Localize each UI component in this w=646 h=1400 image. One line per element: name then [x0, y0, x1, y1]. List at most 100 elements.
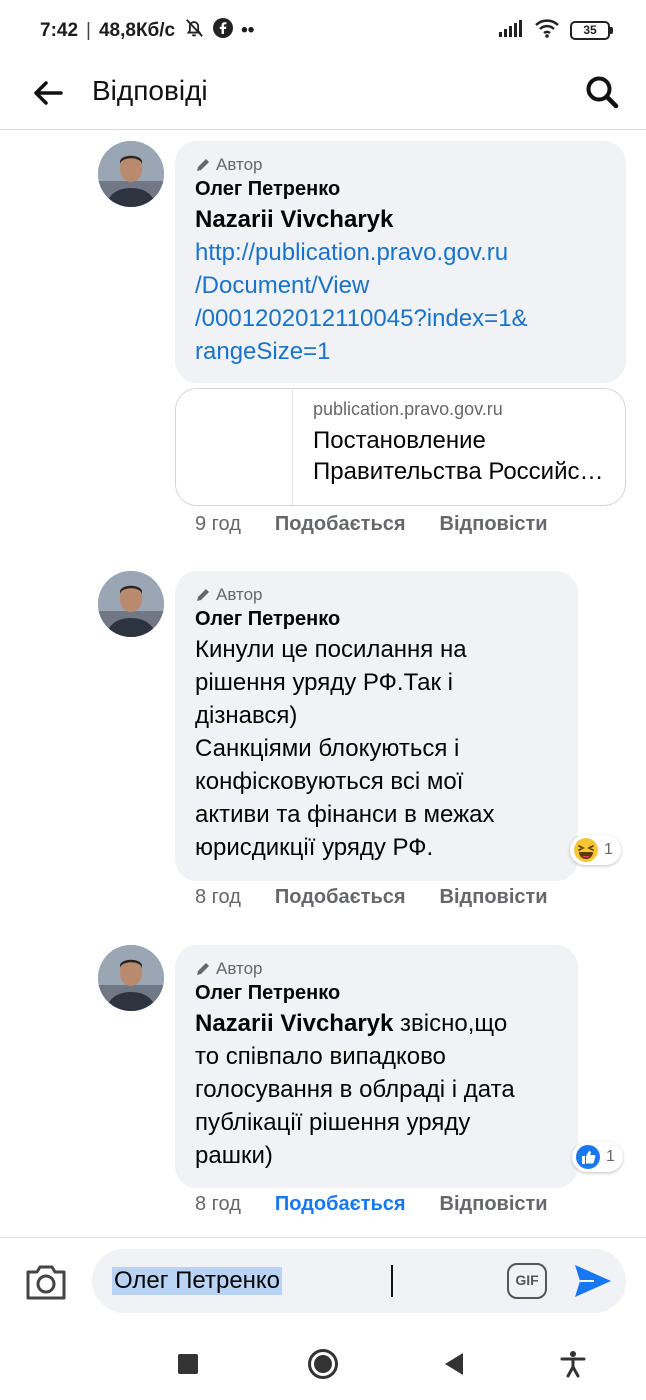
bell-muted-icon [183, 17, 205, 45]
comment-link[interactable]: http://publication.pravo.gov.ru /Documen… [195, 236, 606, 368]
link-line: /0001202012110045?index=1& [195, 305, 528, 332]
author-badge: Автор [195, 585, 558, 605]
comment-meta: 8 год Подобається Відповісти [195, 1193, 548, 1216]
like-thumb-icon [576, 1145, 600, 1169]
accessibility-button[interactable] [553, 1344, 593, 1384]
pencil-icon [197, 589, 209, 601]
comment-line: активи та фінанси в межах [195, 801, 495, 828]
reaction-summary[interactable]: 1 [570, 835, 621, 865]
comment-line: юрисдикції уряду РФ. [195, 834, 434, 861]
comment-line: то співпало випадково [195, 1043, 446, 1070]
link-preview-title-line: Правительства Российской Федерации [313, 458, 609, 485]
like-button[interactable]: Подобається [275, 1193, 406, 1216]
mention[interactable]: Nazarii Vivcharyk [195, 1010, 393, 1037]
recents-button[interactable] [168, 1344, 208, 1384]
network-speed: 48,8Кб/с [98, 20, 176, 41]
comment-bubble[interactable]: Автор Олег Петренко Nazarii Vivcharyk зв… [175, 945, 578, 1188]
camera-button[interactable] [24, 1262, 68, 1302]
reply-button[interactable]: Відповісти [440, 886, 548, 909]
facebook-icon [213, 18, 234, 44]
reaction-summary[interactable]: 1 [572, 1142, 623, 1172]
send-button[interactable] [572, 1261, 614, 1301]
battery-icon: 35 [570, 21, 613, 40]
back-button[interactable] [28, 73, 68, 113]
link-line: http://publication.pravo.gov.ru [195, 239, 509, 266]
link-line: rangeSize=1 [195, 338, 331, 365]
author-name[interactable]: Олег Петренко [195, 979, 558, 1007]
send-icon [575, 1265, 611, 1297]
arrow-left-icon [34, 81, 63, 105]
triangle-back-icon [445, 1353, 463, 1375]
wifi-icon [534, 18, 560, 43]
status-right: 35 [498, 18, 613, 43]
link-preview-card[interactable]: publication.pravo.gov.ru Постановление П… [175, 388, 626, 506]
comment-line: Nazarii Vivcharyk звісно,що [195, 1007, 558, 1040]
comment-line: Санкціями блокуються і [195, 735, 460, 762]
link-preview-domain: publication.pravo.gov.ru [313, 399, 503, 419]
comment-line: голосування в облраді і дата [195, 1076, 515, 1103]
text-cursor [391, 1265, 393, 1297]
reply-button[interactable]: Відповісти [440, 1193, 548, 1216]
comment-time: 8 год [195, 1193, 241, 1215]
comment-meta: 9 год Подобається Відповісти [195, 513, 548, 536]
comment-line: публікації рішення уряду [195, 1109, 471, 1136]
status-time: 7:42 [40, 20, 79, 41]
square-icon [178, 1354, 198, 1374]
author-badge-label: Автор [216, 585, 263, 604]
pencil-icon [197, 159, 209, 171]
link-preview-thumbnail [176, 389, 293, 505]
author-badge-label: Автор [216, 959, 263, 978]
link-preview-title-line: Постановление [313, 427, 486, 454]
home-circle-icon [308, 1349, 338, 1379]
comment-line: Кинули це посилання на [195, 636, 467, 663]
like-button[interactable]: Подобається [275, 513, 406, 536]
author-name[interactable]: Олег Петренко [195, 175, 606, 203]
avatar[interactable] [98, 571, 164, 637]
camera-icon [26, 1265, 66, 1300]
haha-emoji-icon [574, 838, 598, 862]
reaction-count: 1 [606, 1148, 615, 1165]
author-badge: Автор [195, 155, 606, 175]
comment-line: дізнався) [195, 702, 298, 729]
avatar[interactable] [98, 945, 164, 1011]
comment-line: конфісковуються всі мої [195, 768, 464, 795]
reply-button[interactable]: Відповісти [440, 513, 548, 536]
search-button[interactable] [580, 70, 624, 114]
signal-icon [498, 18, 524, 43]
author-badge-label: Автор [216, 155, 263, 174]
status-bar: 7:42 | 48,8Кб/с •• 35 [0, 0, 646, 58]
comment-time: 8 год [195, 886, 241, 908]
app-header: Відповіді [0, 58, 646, 130]
accessibility-icon [560, 1351, 586, 1378]
avatar[interactable] [98, 141, 164, 207]
comment-line: рішення уряду РФ.Так і [195, 669, 454, 696]
link-preview-title: Постановление Правительства Российской Ф… [313, 425, 609, 487]
comment-bubble[interactable]: Автор Олег Петренко Nazarii Vivcharyk ht… [175, 141, 626, 383]
like-button[interactable]: Подобається [275, 886, 406, 909]
home-button[interactable] [303, 1344, 343, 1384]
comment-text: Nazarii Vivcharyk http://publication.pra… [195, 203, 606, 368]
comment-input[interactable]: Олег Петренко GIF [92, 1249, 626, 1313]
author-badge: Автор [195, 959, 558, 979]
comment-text: Nazarii Vivcharyk звісно,що то співпало … [195, 1007, 558, 1172]
comment-time: 9 год [195, 513, 241, 535]
more-notifications-icon: •• [241, 20, 255, 41]
comment-text: Кинули це посилання на рішення уряду РФ.… [195, 633, 558, 864]
back-nav-button[interactable] [434, 1344, 474, 1384]
search-icon [586, 76, 619, 109]
reaction-count: 1 [604, 841, 613, 858]
gif-button[interactable]: GIF [507, 1263, 547, 1299]
pencil-icon [197, 963, 209, 975]
comment-bubble[interactable]: Автор Олег Петренко Кинули це посилання … [175, 571, 578, 881]
page-title: Відповіді [92, 75, 208, 106]
comment-line: рашки) [195, 1142, 273, 1169]
comment-input-value: Олег Петренко [112, 1267, 283, 1295]
mention[interactable]: Nazarii Vivcharyk [195, 203, 606, 236]
link-line: /Document/View [195, 272, 370, 299]
system-nav-bar [0, 1322, 646, 1400]
status-left: 7:42 | 48,8Кб/с •• [40, 17, 254, 45]
status-separator: | [86, 20, 91, 41]
comment-meta: 8 год Подобається Відповісти [195, 886, 548, 909]
author-name[interactable]: Олег Петренко [195, 605, 558, 633]
reply-composer: Олег Петренко GIF [0, 1237, 646, 1322]
